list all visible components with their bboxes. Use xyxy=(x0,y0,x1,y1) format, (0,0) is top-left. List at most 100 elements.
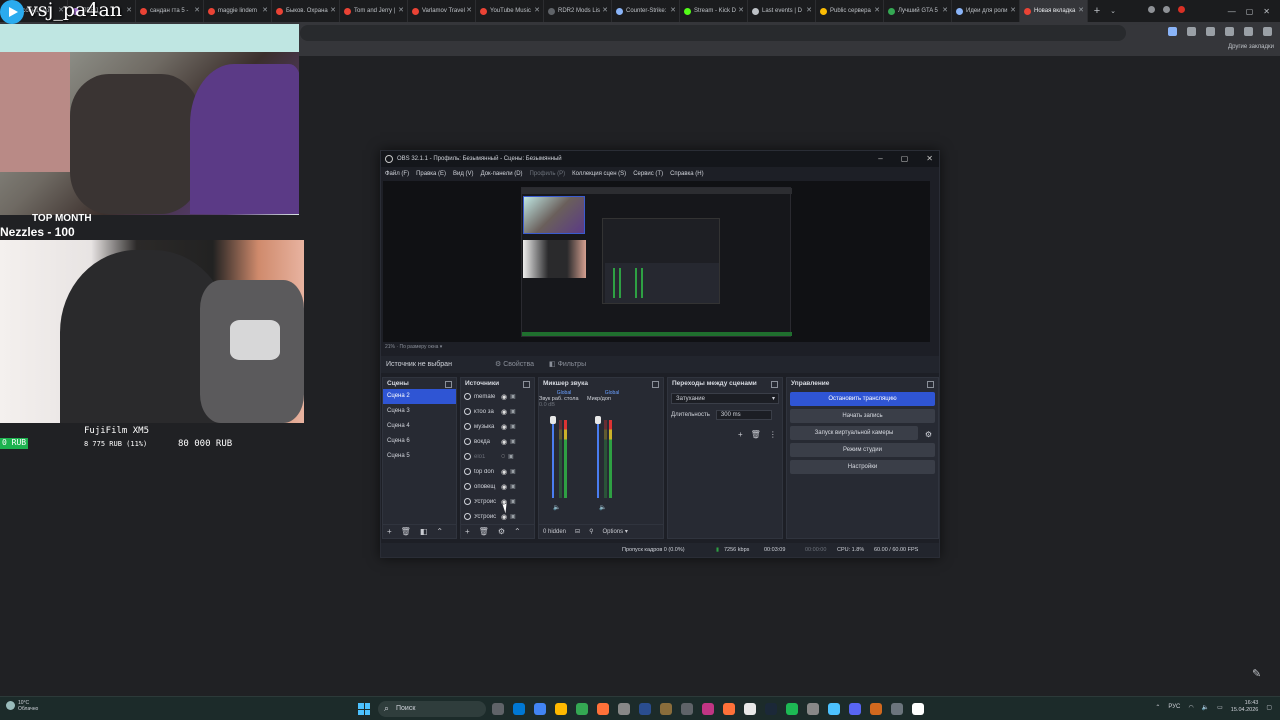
tab-close-icon[interactable]: ✕ xyxy=(126,6,132,14)
settings-button[interactable]: Настройки xyxy=(790,460,935,474)
language-indicator[interactable]: РУС xyxy=(1168,704,1180,710)
visibility-eye-icon[interactable]: ◉ xyxy=(501,468,507,476)
minimize-icon[interactable]: — xyxy=(1228,7,1236,16)
taskbar-app-icon[interactable] xyxy=(513,703,525,715)
tab-close-icon[interactable]: ✕ xyxy=(398,6,404,14)
mic-fader-knob[interactable] xyxy=(595,416,601,424)
source-item[interactable]: ктоо за ◉ ▣ xyxy=(461,404,534,419)
desktop-mute-icon[interactable]: 🔈 xyxy=(553,504,560,511)
lock-icon[interactable]: ▣ xyxy=(510,468,516,475)
tab-close-icon[interactable]: ✕ xyxy=(738,6,744,14)
scene-item[interactable]: Сцена 6 xyxy=(383,434,456,449)
translate-icon[interactable] xyxy=(1225,27,1234,36)
browser-tab[interactable]: Быков. Охрана ✕ xyxy=(272,0,340,22)
address-bar[interactable] xyxy=(300,25,1126,41)
obs-menu-item[interactable]: Коллекция сцен (S) xyxy=(572,171,626,177)
source-up-icon[interactable]: ⌃ xyxy=(514,527,521,536)
scene-filter-icon[interactable]: ◧ xyxy=(420,527,428,536)
tab-close-icon[interactable]: ✕ xyxy=(670,6,676,14)
edit-pen-icon[interactable]: ✎ xyxy=(1252,667,1266,681)
virtual-camera-settings-icon[interactable]: ⚙ xyxy=(925,430,932,439)
browser-tab[interactable]: YouTube Music ✕ xyxy=(476,0,544,22)
tab-close-icon[interactable]: ✕ xyxy=(466,6,472,14)
mic-fader[interactable] xyxy=(597,420,599,498)
taskbar-app-icon[interactable] xyxy=(786,703,798,715)
visibility-eye-icon[interactable]: ◉ xyxy=(501,483,507,491)
taskbar-app-icon[interactable] xyxy=(912,703,924,715)
scene-item[interactable]: Сцена 5 xyxy=(383,449,456,464)
scene-item[interactable]: Сцена 3 xyxy=(383,404,456,419)
start-button[interactable] xyxy=(358,703,370,715)
lock-icon[interactable]: ▣ xyxy=(510,483,516,490)
taskbar-app-icon[interactable] xyxy=(618,703,630,715)
scene-up-icon[interactable]: ⌃ xyxy=(436,527,443,536)
taskbar-app-icon[interactable] xyxy=(765,703,777,715)
duration-input[interactable]: 300 ms xyxy=(715,410,772,420)
remove-transition-icon[interactable]: 🗑 xyxy=(751,430,761,439)
obs-maximize-icon[interactable]: ▢ xyxy=(901,154,909,163)
source-settings-icon[interactable]: ⚙ xyxy=(498,527,505,536)
taskbar-app-icon[interactable] xyxy=(576,703,588,715)
obs-menu-item[interactable]: Правка (E) xyxy=(416,171,446,177)
tab-close-icon[interactable]: ✕ xyxy=(194,6,200,14)
download-icon[interactable] xyxy=(1168,27,1177,36)
maximize-icon[interactable]: ▢ xyxy=(1246,7,1254,16)
taskbar-app-icon[interactable] xyxy=(723,703,735,715)
taskbar-app-icon[interactable] xyxy=(891,703,903,715)
profile-avatar-icon[interactable] xyxy=(1187,27,1196,36)
taskbar-app-icon[interactable] xyxy=(744,703,756,715)
taskbar-search[interactable]: Поиск xyxy=(378,701,486,717)
obs-menu-item[interactable]: Справка (H) xyxy=(670,171,704,177)
obs-minimize-icon[interactable]: – xyxy=(878,154,882,163)
source-item[interactable]: top don ◉ ▣ xyxy=(461,464,534,479)
taskbar-app-icon[interactable] xyxy=(870,703,882,715)
mixer-link-icon[interactable]: ⚲ xyxy=(589,528,593,535)
tab-close-icon[interactable]: ✕ xyxy=(330,6,336,14)
preview-zoom[interactable]: 21% · По размеру окна ▾ xyxy=(385,344,442,350)
source-item[interactable]: Устройс ◉ ▣ xyxy=(461,509,534,524)
tab-close-icon[interactable]: ✕ xyxy=(602,6,608,14)
scene-item[interactable]: Сцена 2 xyxy=(383,389,456,404)
obs-menu-item[interactable]: Профиль (P) xyxy=(530,171,566,177)
obs-close-icon[interactable]: ✕ xyxy=(926,154,933,163)
taskbar-app-icon[interactable] xyxy=(807,703,819,715)
record-dot-icon[interactable] xyxy=(1244,27,1253,36)
obs-preview[interactable] xyxy=(383,181,930,342)
tab-close-icon[interactable]: ✕ xyxy=(262,6,268,14)
tab-close-icon[interactable]: ✕ xyxy=(1010,6,1016,14)
browser-tab[interactable]: Stream - Kick D ✕ xyxy=(680,0,748,22)
profile-icon[interactable] xyxy=(1148,6,1155,13)
extensions-icon[interactable] xyxy=(1163,6,1170,13)
tray-chevron-icon[interactable]: ⌃ xyxy=(1155,704,1160,711)
channel-name[interactable]: Микр/доп xyxy=(587,396,637,402)
tab-close-icon[interactable]: ✕ xyxy=(942,6,948,14)
notification-icon[interactable]: ▢ xyxy=(1266,704,1272,711)
lock-icon[interactable]: ▣ xyxy=(510,408,516,415)
weather-widget[interactable]: 10°C Облачно xyxy=(6,700,38,712)
taskbar-app-icon[interactable] xyxy=(660,703,672,715)
tab-search-icon[interactable]: ⌄ xyxy=(1106,7,1120,15)
taskbar-app-icon[interactable] xyxy=(849,703,861,715)
desktop-fader[interactable] xyxy=(552,420,554,498)
start-record-button[interactable]: Начать запись xyxy=(790,409,935,423)
browser-tab[interactable]: maggie lindem ✕ xyxy=(204,0,272,22)
taskbar-app-icon[interactable] xyxy=(534,703,546,715)
browser-tab[interactable]: Counter-Strike: ✕ xyxy=(612,0,680,22)
add-source-icon[interactable]: + xyxy=(465,527,470,536)
lock-icon[interactable]: ▣ xyxy=(508,453,514,460)
visibility-eye-icon[interactable]: ◌ xyxy=(501,453,505,460)
stop-stream-button[interactable]: Остановить трансляцию xyxy=(790,392,935,406)
source-item[interactable]: memale ◉ ▣ xyxy=(461,389,534,404)
browser-tab[interactable]: сандан гта 5 - ✕ xyxy=(136,0,204,22)
taskbar-app-icon[interactable] xyxy=(492,703,504,715)
obs-menu-item[interactable]: Файл (F) xyxy=(385,171,409,177)
taskbar-app-icon[interactable] xyxy=(702,703,714,715)
clock[interactable]: 16:43 15.04.2026 xyxy=(1231,700,1259,714)
obs-menu-item[interactable]: Сервис (T) xyxy=(633,171,663,177)
taskbar-app-icon[interactable] xyxy=(597,703,609,715)
lock-icon[interactable]: ▣ xyxy=(510,438,516,445)
tab-close-icon[interactable]: ✕ xyxy=(1078,6,1084,14)
visibility-eye-icon[interactable]: ◉ xyxy=(501,393,507,401)
visibility-eye-icon[interactable]: ◉ xyxy=(501,408,507,416)
browser-tab[interactable]: Лучший GTA 5 ✕ xyxy=(884,0,952,22)
